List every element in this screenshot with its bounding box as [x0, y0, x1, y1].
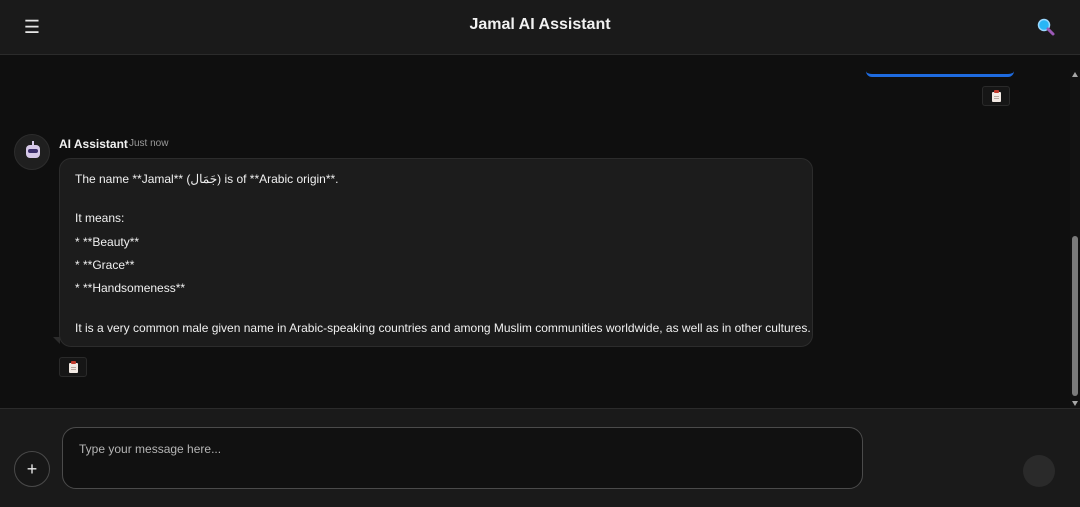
message-time: Just now	[129, 138, 169, 149]
bubble-tail	[53, 337, 60, 344]
message-input[interactable]	[62, 427, 863, 489]
header: ☰ Jamal AI Assistant	[0, 0, 1080, 55]
scroll-thumb[interactable]	[1072, 236, 1078, 396]
copy-assistant-message-button[interactable]	[59, 357, 87, 377]
user-message-bubble	[866, 71, 1014, 77]
scroll-up-icon[interactable]	[1072, 72, 1078, 77]
search-icon[interactable]	[1036, 17, 1056, 37]
message-line: * **Grace**	[75, 258, 135, 272]
assistant-name: AI Assistant	[59, 137, 128, 151]
message-line: * **Beauty**	[75, 235, 140, 249]
message-line: The name **Jamal** (جَمَال) is of **Arab…	[75, 172, 339, 186]
send-button[interactable]	[1023, 455, 1055, 487]
assistant-message-bubble: The name **Jamal** (جَمَال) is of **Arab…	[59, 158, 813, 347]
page-title: Jamal AI Assistant	[469, 16, 611, 33]
clipboard-icon	[69, 361, 78, 373]
chat-scrollbar[interactable]	[1070, 70, 1080, 408]
clipboard-icon	[992, 90, 1001, 102]
assistant-avatar	[14, 134, 50, 170]
copy-user-message-button[interactable]	[982, 86, 1010, 106]
message-line: * **Handsomeness**	[75, 281, 186, 295]
message-line: It is a very common male given name in A…	[75, 321, 811, 335]
message-line: It means:	[75, 211, 125, 225]
message-composer: +	[0, 408, 1080, 507]
chat-area: AI Assistant Just now The name **Jamal**…	[0, 56, 1070, 408]
add-attachment-button[interactable]: +	[14, 451, 50, 487]
robot-avatar-icon	[26, 145, 40, 158]
scroll-down-icon[interactable]	[1072, 401, 1078, 406]
chat-app: ☰ Jamal AI Assistant AI Assistant Just n…	[0, 0, 1080, 507]
